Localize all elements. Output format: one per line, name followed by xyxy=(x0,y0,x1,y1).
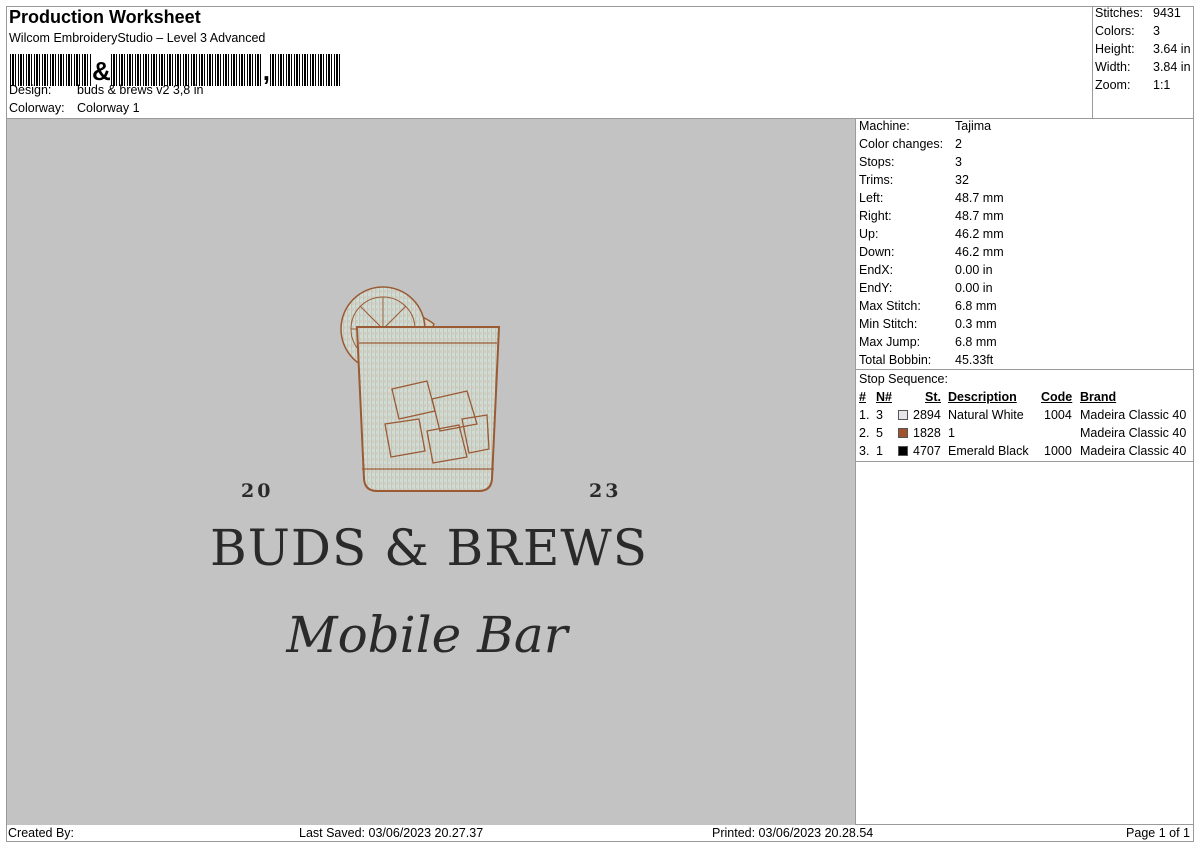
colorway-label: Colorway: xyxy=(9,101,65,115)
brand-name: BUDS & BREWS xyxy=(210,519,648,577)
barcode-bars xyxy=(110,54,263,86)
row-stitches: 4707 xyxy=(913,444,941,458)
info-row: EndY: 0.00 in xyxy=(859,281,993,295)
software-subtitle: Wilcom EmbroideryStudio – Level 3 Advanc… xyxy=(9,31,266,45)
design-row: Design: buds & brews v2 3,8 in xyxy=(9,83,409,99)
color-swatch xyxy=(898,410,908,420)
stat-stitches: Stitches: 9431 xyxy=(1095,6,1181,20)
worksheet-header: Production Worksheet Wilcom EmbroiderySt… xyxy=(6,6,1092,118)
row-needle: 3 xyxy=(876,408,883,422)
row-num: 3. xyxy=(859,444,870,458)
col-header-num: # xyxy=(859,390,866,404)
row-description: 1 xyxy=(948,426,955,440)
divider xyxy=(856,369,1194,370)
worksheet-footer: Created By: Last Saved: 03/06/2023 20.27… xyxy=(6,825,1194,842)
year-left: 20 xyxy=(241,480,273,502)
barcode-glyph-ampersand: & xyxy=(92,56,111,86)
col-header-brand: Brand xyxy=(1080,390,1117,404)
row-brand: Madeira Classic 40 xyxy=(1080,408,1187,422)
row-num: 2. xyxy=(859,426,870,440)
row-description: Natural White xyxy=(948,408,1024,422)
colorway-value: Colorway 1 xyxy=(77,101,140,115)
row-brand: Madeira Classic 40 xyxy=(1080,444,1187,458)
cocktail-glass-icon xyxy=(355,326,501,492)
stat-height: Height: 3.64 in xyxy=(1095,42,1191,56)
info-row: Min Stitch: 0.3 mm xyxy=(859,317,997,331)
color-swatch xyxy=(898,428,908,438)
colorway-row: Colorway: Colorway 1 xyxy=(9,101,409,117)
barcode-bars xyxy=(10,54,92,86)
info-row: EndX: 0.00 in xyxy=(859,263,993,277)
info-row: Up: 46.2 mm xyxy=(859,227,1004,241)
col-header-stitches: St. xyxy=(925,390,941,404)
stat-colors: Colors: 3 xyxy=(1095,24,1160,38)
page-number: Page 1 of 1 xyxy=(1126,826,1190,840)
color-swatch xyxy=(898,446,908,456)
divider xyxy=(856,461,1194,462)
last-saved: Last Saved: 03/06/2023 20.27.37 xyxy=(299,826,484,840)
col-header-needle: N# xyxy=(876,390,892,404)
barcode: & , xyxy=(10,50,360,86)
info-row: Trims: 32 xyxy=(859,173,969,187)
info-row: Total Bobbin: 45.33ft xyxy=(859,353,994,367)
row-brand: Madeira Classic 40 xyxy=(1080,426,1187,440)
design-preview: 20 23 BUDS & BREWS Mobile Bar xyxy=(7,119,855,825)
row-stitches: 2894 xyxy=(913,408,941,422)
info-row: Max Jump: 6.8 mm xyxy=(859,335,997,349)
info-row: Max Stitch: 6.8 mm xyxy=(859,299,997,313)
design-label: Design: xyxy=(9,83,52,97)
barcode-glyph-comma: , xyxy=(262,56,271,86)
info-row: Stops: 3 xyxy=(859,155,962,169)
row-num: 1. xyxy=(859,408,870,422)
col-header-description: Description xyxy=(948,390,1017,404)
info-row: Left: 48.7 mm xyxy=(859,191,1004,205)
design-value: buds & brews v2 3,8 in xyxy=(77,83,204,97)
barcode-bars xyxy=(270,54,343,86)
year-right: 23 xyxy=(589,480,621,502)
row-code: 1004 xyxy=(1044,408,1072,422)
row-code: 1000 xyxy=(1044,444,1072,458)
stop-sequence-title: Stop Sequence: xyxy=(859,372,948,386)
info-row: Machine: Tajima xyxy=(859,119,992,133)
info-row: Down: 46.2 mm xyxy=(859,245,1004,259)
col-header-code: Code xyxy=(1041,390,1073,404)
stat-width: Width: 3.84 in xyxy=(1095,60,1191,74)
stats-panel: Stitches: 9431 Colors: 3 Height: 3.64 in Wi… xyxy=(1092,6,1195,118)
row-needle: 5 xyxy=(876,426,883,440)
stat-zoom: Zoom: 1:1 xyxy=(1095,78,1171,92)
info-row: Color changes: 2 xyxy=(859,137,962,151)
row-description: Emerald Black xyxy=(948,444,1029,458)
row-stitches: 1828 xyxy=(913,426,941,440)
divider xyxy=(855,118,856,825)
tagline: Mobile Bar xyxy=(285,606,570,664)
row-needle: 1 xyxy=(876,444,883,458)
created-by: Created By: xyxy=(8,826,75,840)
info-row: Right: 48.7 mm xyxy=(859,209,1004,223)
page-title: Production Worksheet xyxy=(9,7,201,27)
embroidery-artwork: 20 23 BUDS & BREWS Mobile Bar xyxy=(210,286,648,664)
printed-date: Printed: 03/06/2023 20.28.54 xyxy=(712,826,874,840)
